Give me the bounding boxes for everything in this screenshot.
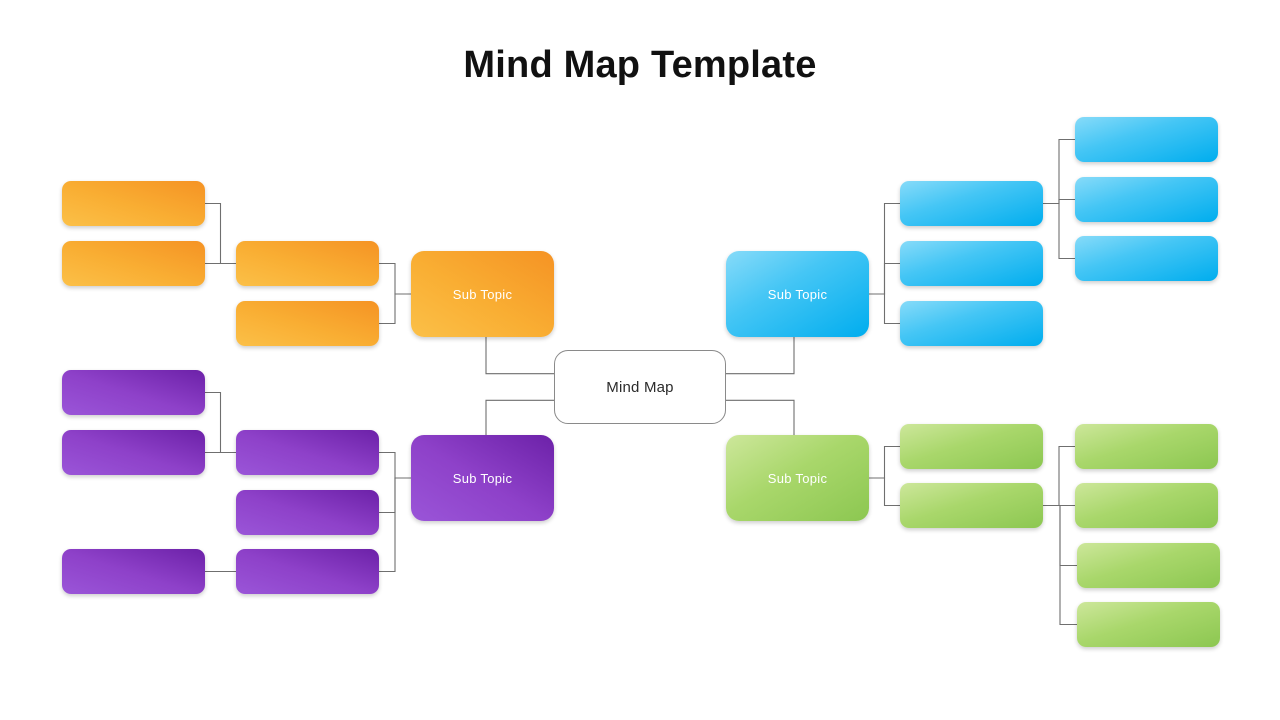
grandchild-node-green[interactable]: [1077, 543, 1220, 588]
connector-line: [1043, 504, 1077, 567]
grandchild-node-purple[interactable]: [62, 549, 205, 594]
branch-node-label: Sub Topic: [452, 470, 513, 486]
grandchild-node-purple[interactable]: [62, 370, 205, 415]
child-node-purple[interactable]: [236, 549, 379, 594]
child-node-blue[interactable]: [900, 241, 1043, 286]
branch-node-purple[interactable]: Sub Topic: [411, 435, 554, 521]
connector-line: [379, 477, 411, 514]
grandchild-node-orange[interactable]: [62, 181, 205, 226]
child-node-purple[interactable]: [236, 490, 379, 535]
connector-line: [869, 202, 900, 295]
grandchild-node-blue[interactable]: [1075, 236, 1218, 281]
child-node-orange[interactable]: [236, 301, 379, 346]
grandchild-node-blue[interactable]: [1075, 117, 1218, 162]
connector-line: [1043, 445, 1075, 507]
mind-map-canvas: Mind Map Template Mind Map Sub Topic Sub …: [0, 0, 1280, 720]
connector-line: [379, 262, 411, 295]
grandchild-node-blue[interactable]: [1075, 177, 1218, 222]
grandchild-node-green[interactable]: [1075, 483, 1218, 528]
page-title: Mind Map Template: [463, 44, 817, 86]
branch-node-green[interactable]: Sub Topic: [726, 435, 869, 521]
connector-line: [1043, 504, 1077, 626]
center-node-label: Mind Map: [606, 378, 674, 396]
connector-line: [379, 477, 411, 573]
grandchild-node-green[interactable]: [1075, 424, 1218, 469]
connector-line: [1043, 202, 1075, 260]
child-node-orange[interactable]: [236, 241, 379, 286]
connector-line: [1043, 198, 1075, 205]
grandchild-node-green[interactable]: [1077, 602, 1220, 647]
child-node-green[interactable]: [900, 424, 1043, 469]
branch-node-label: Sub Topic: [452, 286, 513, 302]
branch-node-label: Sub Topic: [767, 470, 828, 486]
branch-node-blue[interactable]: Sub Topic: [726, 251, 869, 337]
connector-line: [379, 293, 411, 325]
child-node-blue[interactable]: [900, 301, 1043, 346]
connector-line: [869, 293, 900, 325]
connector-line: [869, 262, 900, 295]
child-node-green[interactable]: [900, 483, 1043, 528]
connector-line: [205, 202, 236, 265]
child-node-blue[interactable]: [900, 181, 1043, 226]
connector-line: [869, 477, 900, 507]
grandchild-node-orange[interactable]: [62, 241, 205, 286]
connector-line: [379, 451, 411, 479]
branch-node-orange[interactable]: Sub Topic: [411, 251, 554, 337]
child-node-purple[interactable]: [236, 430, 379, 475]
branch-node-label: Sub Topic: [767, 286, 828, 302]
grandchild-node-purple[interactable]: [62, 430, 205, 475]
connector-line: [1043, 138, 1075, 205]
center-node-mind-map[interactable]: Mind Map: [554, 350, 726, 424]
connector-line: [205, 391, 236, 454]
connector-line: [869, 445, 900, 479]
